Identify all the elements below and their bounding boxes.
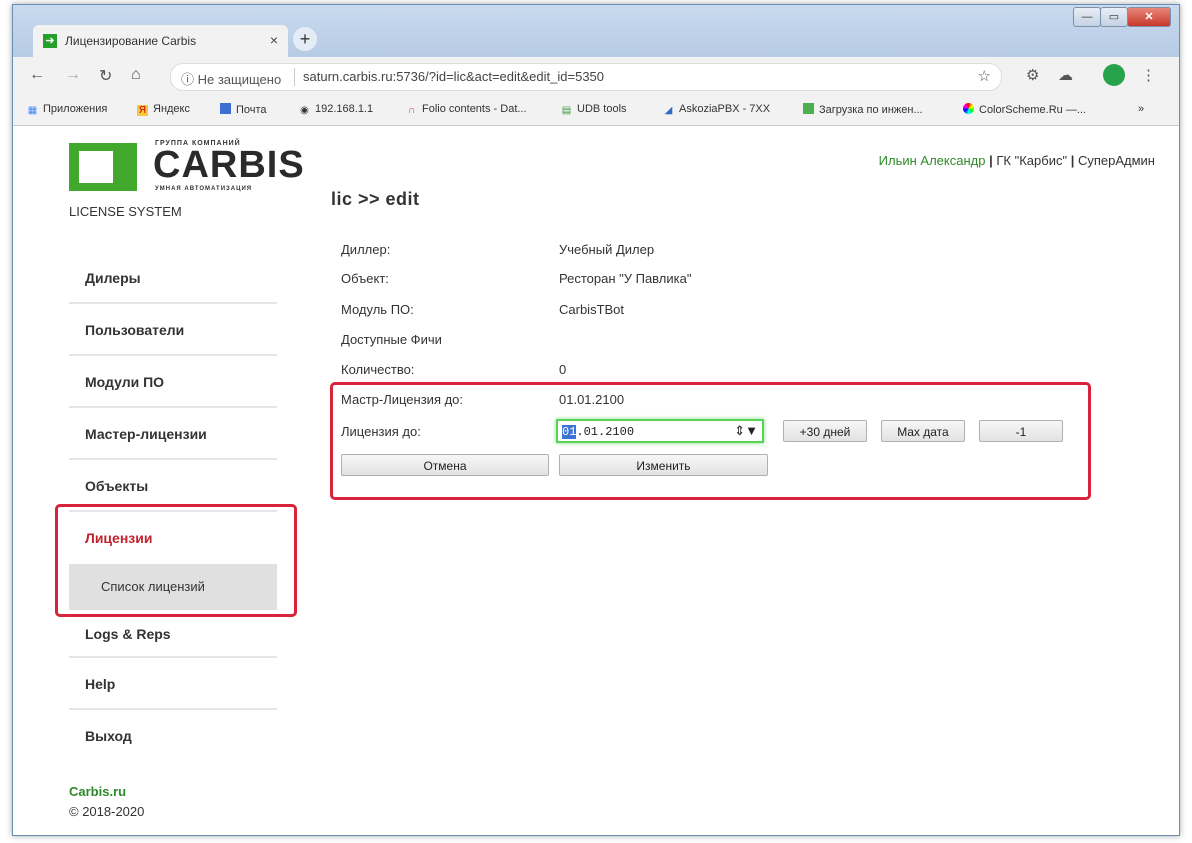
field-label-dealer: Диллер: xyxy=(341,242,391,257)
globe-icon: ◉ xyxy=(300,105,309,116)
bookmark-download[interactable]: Загрузка по инжен... xyxy=(803,103,923,116)
title-bar: ➔ Лицензирование Carbis × + — ▭ ✕ xyxy=(13,5,1179,57)
sidebar-item-users[interactable]: Пользователи xyxy=(69,304,277,356)
sidebar-item-logout[interactable]: Выход xyxy=(69,710,277,762)
url-text[interactable]: saturn.carbis.ru:5736/?id=lic&act=edit&e… xyxy=(303,69,604,84)
sidebar-item-modules[interactable]: Модули ПО xyxy=(69,356,277,408)
field-label-quantity: Количество: xyxy=(341,362,415,377)
tab-close-icon[interactable]: × xyxy=(270,32,278,48)
field-label-object: Объект: xyxy=(341,271,389,286)
close-window-button[interactable]: ✕ xyxy=(1127,7,1171,27)
bookmark-colorscheme[interactable]: ColorScheme.Ru —... xyxy=(963,103,1086,116)
page-title: lic >> edit xyxy=(331,189,420,209)
bookmarks-overflow[interactable]: » xyxy=(1138,103,1144,115)
askozia-icon: ◢ xyxy=(664,105,673,116)
yandex-icon: Я xyxy=(137,105,148,116)
bookmark-star-icon[interactable]: ☆ xyxy=(978,67,991,85)
profile-avatar[interactable] xyxy=(1103,64,1125,86)
logo-tagline-bottom: УМНАЯ АВТОМАТИЗАЦИЯ xyxy=(155,186,253,192)
bookmark-askozia[interactable]: ◢ AskoziaPBX - 7XX xyxy=(663,103,770,116)
reload-icon[interactable]: ↻ xyxy=(99,66,112,86)
security-label[interactable]: ⓘ Не защищено xyxy=(181,69,281,88)
field-value-dealer: Учебный Дилер xyxy=(559,242,655,257)
maximize-button[interactable]: ▭ xyxy=(1100,7,1128,27)
license-edit-highlight-box xyxy=(330,382,1091,500)
bookmark-mail[interactable]: Почта xyxy=(220,103,267,116)
license-system-label: LICENSE SYSTEM xyxy=(69,204,182,219)
address-bar[interactable]: ⓘ Не защищено saturn.carbis.ru:5736/?id=… xyxy=(170,63,1002,91)
page-content: ГРУППА КОМПАНИЙ CARBIS УМНАЯ АВТОМАТИЗАЦ… xyxy=(13,126,1179,835)
bookmark-udb[interactable]: ▤ UDB tools xyxy=(561,103,627,116)
udb-icon: ▤ xyxy=(561,105,572,116)
licenses-highlight-box xyxy=(55,504,297,617)
bookmark-folio[interactable]: ∩ Folio contents - Dat... xyxy=(406,103,527,116)
new-tab-button[interactable]: + xyxy=(293,27,317,51)
sidebar-item-logs[interactable]: Logs & Reps xyxy=(69,610,277,658)
carbis-site-link[interactable]: Carbis.ru xyxy=(69,784,126,799)
menu-dots-icon[interactable]: ⋮ xyxy=(1141,66,1156,84)
user-name-link[interactable]: Ильин Александр xyxy=(879,153,986,168)
user-info: Ильин Александр | ГК "Карбис" | СуперАдм… xyxy=(878,153,1155,168)
browser-toolbar: ← → ↻ ⌂ ⓘ Не защищено saturn.carbis.ru:5… xyxy=(13,57,1179,95)
tab-title: Лицензирование Carbis xyxy=(65,34,197,48)
field-label-module: Модуль ПО: xyxy=(341,302,414,317)
minimize-button[interactable]: — xyxy=(1073,7,1101,27)
sidebar-item-master-licenses[interactable]: Мастер-лицензии xyxy=(69,408,277,460)
bookmark-router[interactable]: ◉ 192.168.1.1 xyxy=(299,103,373,116)
extension-icon[interactable]: ⚙ xyxy=(1026,66,1039,84)
browser-tab[interactable]: ➔ Лицензирование Carbis × xyxy=(33,25,288,57)
download-icon xyxy=(803,103,814,114)
field-value-quantity: 0 xyxy=(559,362,567,377)
mail-icon xyxy=(220,103,231,114)
company-link[interactable]: ГК "Карбис" xyxy=(996,153,1067,168)
role-link[interactable]: СуперАдмин xyxy=(1078,153,1155,168)
cloud-icon[interactable]: ☁ xyxy=(1058,66,1073,84)
logo-mark xyxy=(69,143,137,191)
address-divider xyxy=(294,68,295,86)
sidebar-item-help[interactable]: Help xyxy=(69,658,277,710)
sidebar-item-dealers[interactable]: Дилеры xyxy=(69,252,277,304)
logo-wordmark: CARBIS xyxy=(153,144,305,186)
forward-arrow-icon[interactable]: → xyxy=(65,66,81,84)
back-arrow-icon[interactable]: ← xyxy=(29,66,45,84)
home-icon[interactable]: ⌂ xyxy=(131,66,141,84)
copyright: © 2018-2020 xyxy=(69,804,145,819)
bookmark-yandex[interactable]: Я Яндекс xyxy=(137,103,190,116)
colorwheel-icon xyxy=(963,103,974,114)
window-controls: — ▭ ✕ xyxy=(1073,7,1171,27)
bookmarks-bar: ▦ Приложения Я Яндекс Почта ◉ 192.168.1.1 ∩… xyxy=(13,95,1179,126)
bookmark-apps[interactable]: ▦ Приложения xyxy=(27,103,108,116)
browser-window: ➔ Лицензирование Carbis × + — ▭ ✕ ← → ↻ ⌂ … xyxy=(12,4,1180,836)
apps-grid-icon: ▦ xyxy=(27,105,38,116)
folio-icon: ∩ xyxy=(407,105,416,116)
field-value-module: CarbisTBot xyxy=(559,302,625,317)
field-value-object: Ресторан "У Павлика" xyxy=(559,271,692,286)
favicon-icon: ➔ xyxy=(43,34,57,48)
field-label-features: Доступные Фичи xyxy=(341,332,442,347)
